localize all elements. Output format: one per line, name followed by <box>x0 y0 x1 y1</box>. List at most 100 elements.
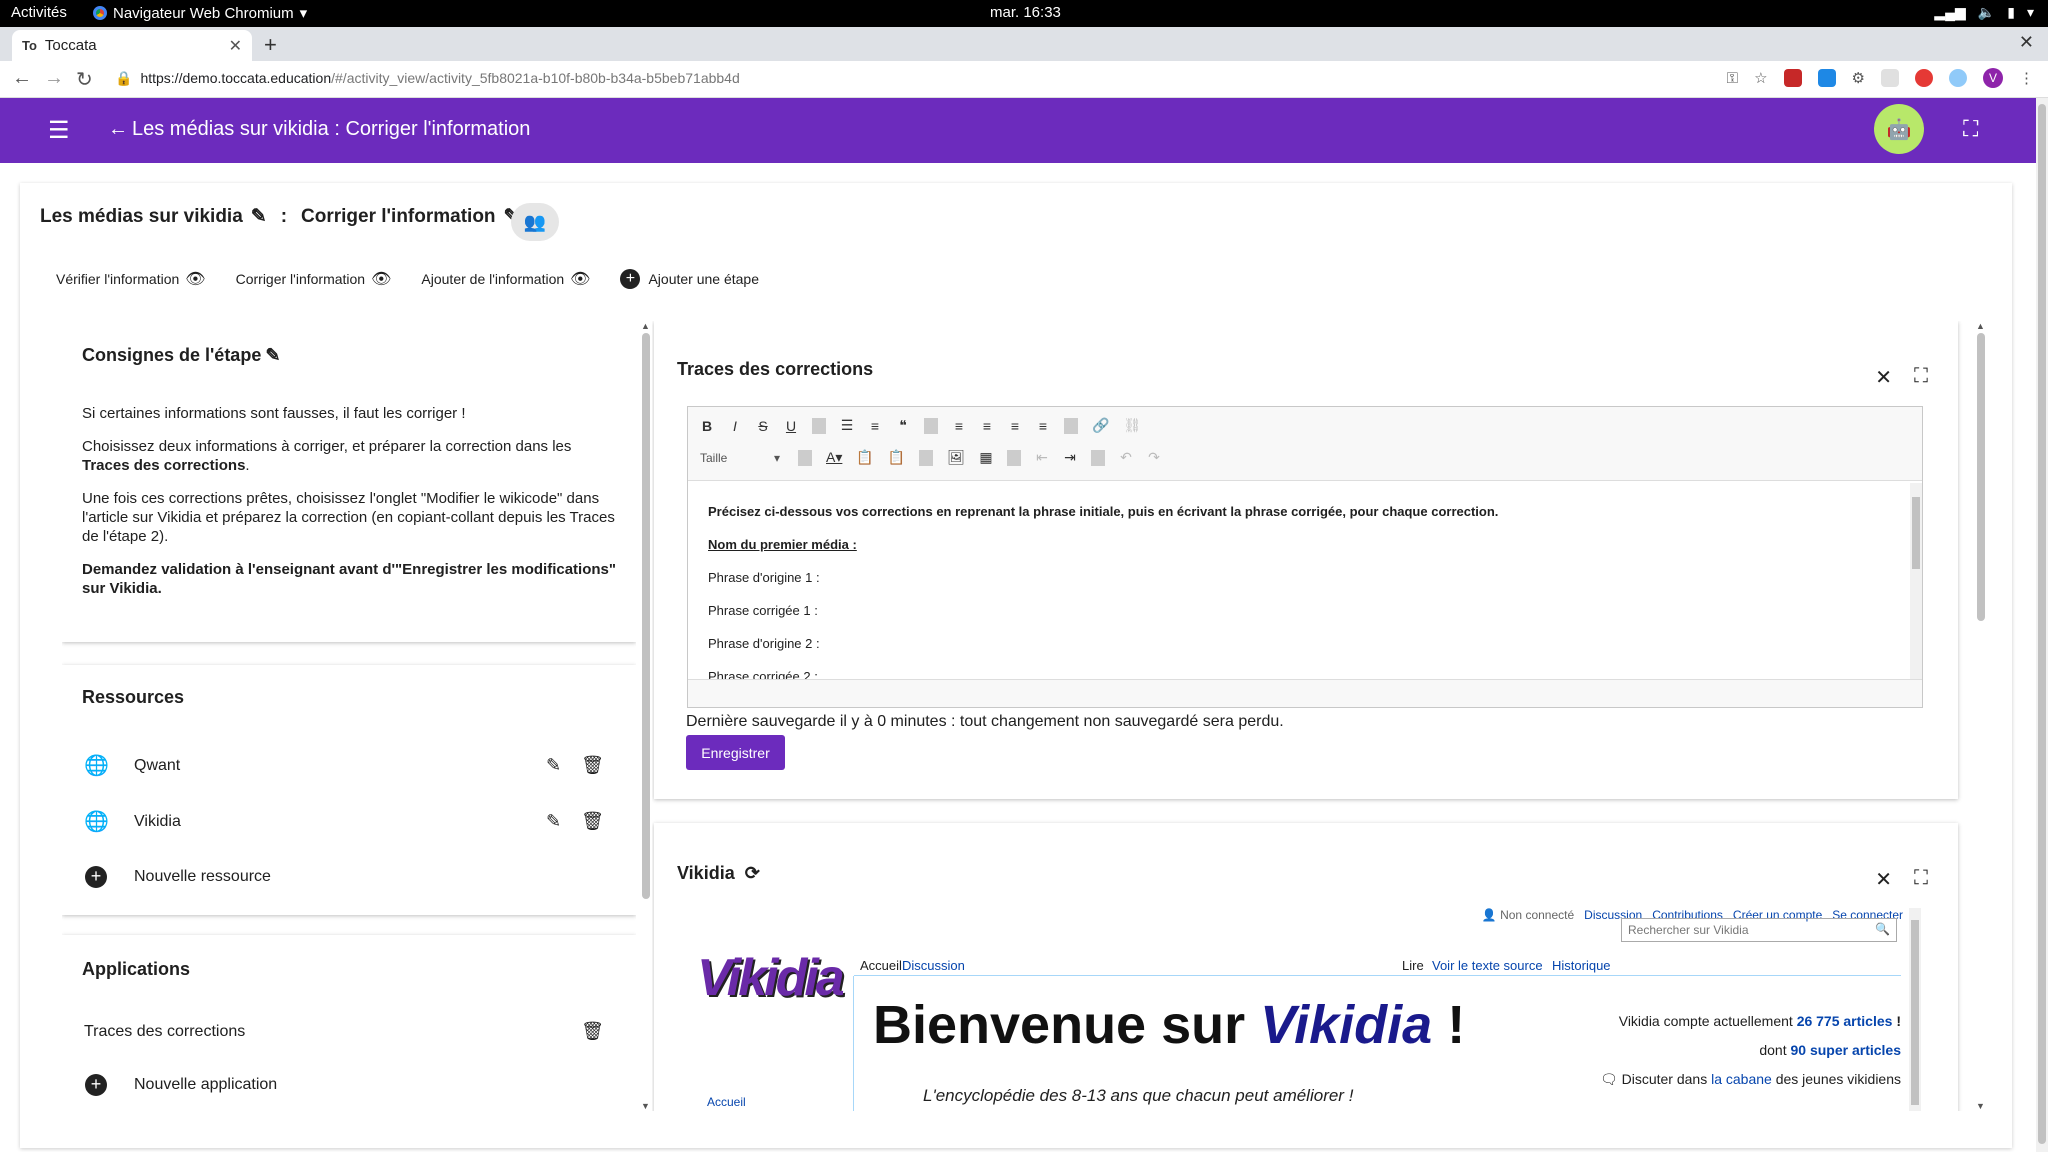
fullscreen-icon[interactable]: ⛶ <box>1914 365 1928 390</box>
fullscreen-icon[interactable]: ⛶ <box>1914 867 1928 892</box>
close-icon[interactable]: ✕ <box>1875 867 1892 892</box>
redo-icon[interactable]: ↷ <box>1147 449 1161 466</box>
add-step-button[interactable]: + Ajouter une étape <box>620 269 759 289</box>
user-avatar[interactable]: 🤖 <box>1874 104 1924 154</box>
tab-view-source[interactable]: Voir le texte source <box>1432 958 1543 973</box>
close-icon[interactable]: ✕ <box>229 36 242 56</box>
unlink-icon[interactable]: ⛓ <box>1123 417 1141 434</box>
bullet-list-icon[interactable]: ☰ <box>840 417 854 434</box>
resource-item-vikidia[interactable]: 🌐 Vikidia ✎ 🗑 <box>84 809 604 834</box>
vikidia-scrollbar[interactable] <box>1909 908 1921 1111</box>
activities-button[interactable]: Activités <box>11 4 67 21</box>
strikethrough-icon[interactable]: S <box>756 418 770 434</box>
application-item[interactable]: Traces des corrections 🗑 <box>84 1021 604 1042</box>
window-close-button[interactable]: ✕ <box>2019 32 2034 53</box>
sidebar-home-link[interactable]: Accueil <box>707 1095 746 1109</box>
scroll-up-icon[interactable]: ▲ <box>641 321 650 331</box>
bold-icon[interactable]: B <box>700 418 714 434</box>
scroll-up-icon[interactable]: ▲ <box>1976 321 1985 331</box>
table-icon[interactable]: ▦ <box>979 449 993 466</box>
super-articles-link[interactable]: 90 super articles <box>1790 1042 1901 1058</box>
arrow-left-icon[interactable]: ← <box>108 118 128 140</box>
profile-avatar[interactable]: V <box>1983 68 2003 88</box>
eye-icon[interactable]: 👁 <box>570 269 590 289</box>
app-menu[interactable]: Navigateur Web Chromium ▾ <box>93 4 307 22</box>
extension-shield-icon[interactable] <box>1783 69 1802 87</box>
star-icon[interactable]: ☆ <box>1754 69 1767 87</box>
scroll-down-icon[interactable]: ▼ <box>641 1101 650 1111</box>
font-size-select[interactable]: Taille ▾ <box>700 451 784 465</box>
refresh-icon[interactable]: ⟳ <box>745 863 760 884</box>
tab-history[interactable]: Historique <box>1552 958 1611 973</box>
text-color-icon[interactable]: A▾ <box>826 449 842 466</box>
hamburger-menu-icon[interactable]: ☰ <box>48 116 70 145</box>
new-tab-button[interactable]: + <box>264 32 277 58</box>
extension-red-icon[interactable] <box>1915 69 1933 87</box>
clock[interactable]: mar. 16:33 <box>990 4 1061 21</box>
add-resource-button[interactable]: + Nouvelle ressource <box>84 865 604 888</box>
italic-icon[interactable]: I <box>728 418 742 434</box>
search-icon[interactable]: 🔍 <box>1875 922 1890 936</box>
extension-blue-icon[interactable] <box>1949 69 1967 87</box>
pencil-icon[interactable]: ✎ <box>265 345 280 366</box>
pencil-icon[interactable]: ✎ <box>251 205 267 228</box>
scrollbar-thumb[interactable] <box>2038 104 2046 1144</box>
close-icon[interactable]: ✕ <box>1875 365 1892 390</box>
quote-icon[interactable]: ❝ <box>896 417 910 434</box>
extension-page-icon[interactable] <box>1881 69 1899 87</box>
align-right-icon[interactable]: ≡ <box>1008 418 1022 434</box>
trash-icon[interactable]: 🗑 <box>581 811 604 832</box>
step-tab-corriger[interactable]: Corriger l'information 👁 <box>236 269 392 289</box>
vikidia-search-input[interactable]: Rechercher sur Vikidia 🔍 <box>1621 918 1897 942</box>
back-icon[interactable]: ← <box>12 67 32 90</box>
link-icon[interactable]: 🔗 <box>1092 417 1109 434</box>
resource-item-qwant[interactable]: 🌐 Qwant ✎ 🗑 <box>84 753 604 778</box>
scrollbar-thumb[interactable] <box>1912 497 1920 569</box>
indent-icon[interactable]: ⇥ <box>1063 449 1077 466</box>
address-bar[interactable]: 🔒 https://demo.toccata.education/#/activi… <box>115 70 740 87</box>
eye-icon[interactable]: 👁 <box>185 269 205 289</box>
tab-accueil[interactable]: Accueil <box>860 958 902 973</box>
step-tab-ajouter[interactable]: Ajouter de l'information 👁 <box>421 269 590 289</box>
add-application-button[interactable]: + Nouvelle application <box>84 1073 604 1096</box>
gear-icon[interactable]: ⚙ <box>1852 69 1865 87</box>
extension-lock-icon[interactable] <box>1817 69 1836 87</box>
numbered-list-icon[interactable]: ≡ <box>868 418 882 434</box>
pencil-icon[interactable]: ✎ <box>546 755 561 776</box>
editor-scrollbar[interactable] <box>1910 483 1922 679</box>
fullscreen-icon[interactable]: ⛶ <box>1963 116 1978 142</box>
scrollbar-thumb[interactable] <box>1911 920 1919 1105</box>
paste-text-icon[interactable]: 📋 <box>856 449 873 466</box>
tab-discussion[interactable]: Discussion <box>902 958 965 973</box>
scrollbar-thumb[interactable] <box>1977 333 1985 621</box>
eye-icon[interactable]: 👁 <box>371 269 391 289</box>
pencil-icon[interactable]: ✎ <box>546 811 561 832</box>
left-column-scrollbar[interactable]: ▲ ▼ <box>641 321 651 1111</box>
align-left-icon[interactable]: ≡ <box>952 418 966 434</box>
trash-icon[interactable]: 🗑 <box>581 755 604 776</box>
tab-lire[interactable]: Lire <box>1402 958 1424 973</box>
group-button[interactable]: 👥 <box>511 203 559 241</box>
scrollbar-thumb[interactable] <box>642 333 650 899</box>
reload-icon[interactable]: ↻ <box>76 67 93 92</box>
trash-icon[interactable]: 🗑 <box>581 1021 604 1042</box>
system-tray[interactable]: ▂▄▆ 🔈 ▮ ▾ <box>1934 4 2034 21</box>
outdent-icon[interactable]: ⇤ <box>1035 449 1049 466</box>
right-column-scrollbar[interactable]: ▲ ▼ <box>1976 321 1986 1111</box>
key-icon[interactable]: ⚿ <box>1727 70 1738 87</box>
articles-count-link[interactable]: 26 775 articles <box>1797 1013 1893 1029</box>
forward-icon[interactable]: → <box>44 67 64 90</box>
align-justify-icon[interactable]: ≡ <box>1036 418 1050 434</box>
save-button[interactable]: Enregistrer <box>686 735 785 770</box>
undo-icon[interactable]: ↶ <box>1119 449 1133 466</box>
browser-tab[interactable]: To Toccata ✕ <box>12 30 252 61</box>
cabane-link[interactable]: la cabane <box>1711 1071 1772 1087</box>
kebab-menu-icon[interactable]: ⋮ <box>2019 69 2034 87</box>
editor-content[interactable]: Précisez ci-dessous vos corrections en r… <box>688 481 1908 681</box>
step-tab-verifier[interactable]: Vérifier l'information 👁 <box>56 269 206 289</box>
image-icon[interactable]: 🖼 <box>947 449 965 466</box>
align-center-icon[interactable]: ≡ <box>980 418 994 434</box>
page-scrollbar[interactable] <box>2036 98 2048 1152</box>
scroll-down-icon[interactable]: ▼ <box>1976 1101 1985 1111</box>
paste-word-icon[interactable]: 📋 <box>888 449 905 466</box>
